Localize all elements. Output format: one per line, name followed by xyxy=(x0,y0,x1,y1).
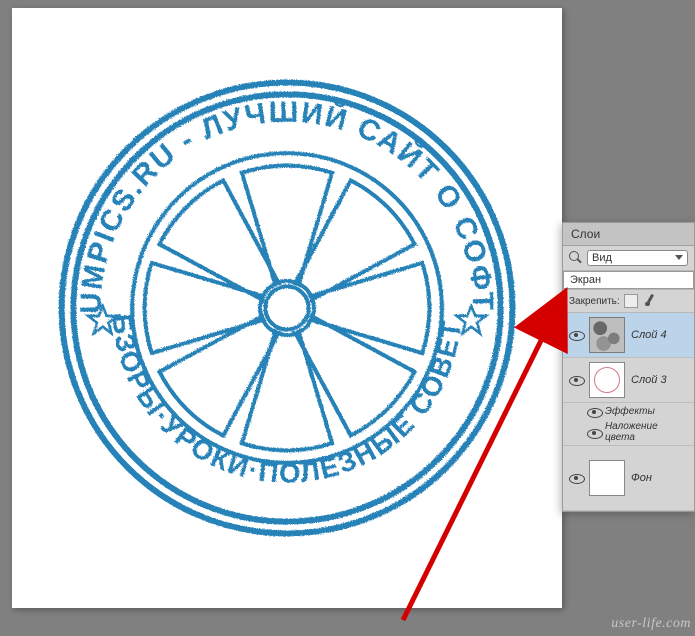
stamp-artwork: LUMPICS.RU - ЛУЧШИЙ САЙТ О СОФТЕ ОБЗОРЫ·… xyxy=(42,63,532,553)
layer-thumbnail[interactable] xyxy=(589,362,625,398)
document-canvas[interactable]: LUMPICS.RU - ЛУЧШИЙ САЙТ О СОФТЕ ОБЗОРЫ·… xyxy=(12,8,562,608)
visibility-toggle-icon[interactable] xyxy=(569,471,583,485)
panel-tab-layers[interactable]: Слои xyxy=(563,223,694,246)
lock-transparency-icon[interactable] xyxy=(624,294,638,308)
layer-filter-label: Вид xyxy=(592,252,612,264)
layer-fx-block: Эффекты Наложение цвета xyxy=(563,403,694,446)
lock-label: Закрепить: xyxy=(569,296,620,307)
panel-tab-label: Слои xyxy=(571,227,600,241)
search-icon xyxy=(569,251,583,265)
layer-fx-label: Эффекты xyxy=(605,406,655,417)
blend-mode-value: Экран xyxy=(570,274,601,286)
layer-fx-heading[interactable]: Эффекты xyxy=(563,403,694,419)
layer-name[interactable]: Слой 3 xyxy=(631,374,690,386)
layer-filter-dropdown[interactable]: Вид xyxy=(587,250,688,266)
blend-mode-dropdown[interactable]: Экран xyxy=(563,271,694,289)
layer-row[interactable]: Фон xyxy=(563,446,694,511)
layer-fx-item[interactable]: Наложение цвета xyxy=(563,419,694,445)
layer-thumbnail[interactable] xyxy=(589,460,625,496)
visibility-toggle-icon[interactable] xyxy=(569,328,583,342)
layer-name[interactable]: Фон xyxy=(631,472,690,484)
layer-row[interactable]: Слой 3 xyxy=(563,358,694,403)
layer-name[interactable]: Слой 4 xyxy=(631,329,690,341)
layer-thumbnail[interactable] xyxy=(589,317,625,353)
layer-row[interactable]: Слой 4 xyxy=(563,313,694,358)
layer-fx-item-label: Наложение цвета xyxy=(605,421,690,443)
visibility-toggle-icon[interactable] xyxy=(569,373,583,387)
layer-filter-row: Вид xyxy=(563,246,694,271)
canvas-area[interactable]: LUMPICS.RU - ЛУЧШИЙ САЙТ О СОФТЕ ОБЗОРЫ·… xyxy=(0,0,562,636)
lock-pixels-icon[interactable] xyxy=(642,294,656,308)
layers-list: Слой 4 Слой 3 Эффекты Наложение цвета Фо… xyxy=(563,313,694,511)
watermark-text: user-life.com xyxy=(611,616,691,632)
layers-panel: Слои Вид Экран Закрепить: Слой 4 Слой 3 xyxy=(562,222,695,512)
lock-row: Закрепить: xyxy=(563,290,694,313)
visibility-toggle-icon[interactable] xyxy=(587,405,599,417)
visibility-toggle-icon[interactable] xyxy=(587,426,599,438)
